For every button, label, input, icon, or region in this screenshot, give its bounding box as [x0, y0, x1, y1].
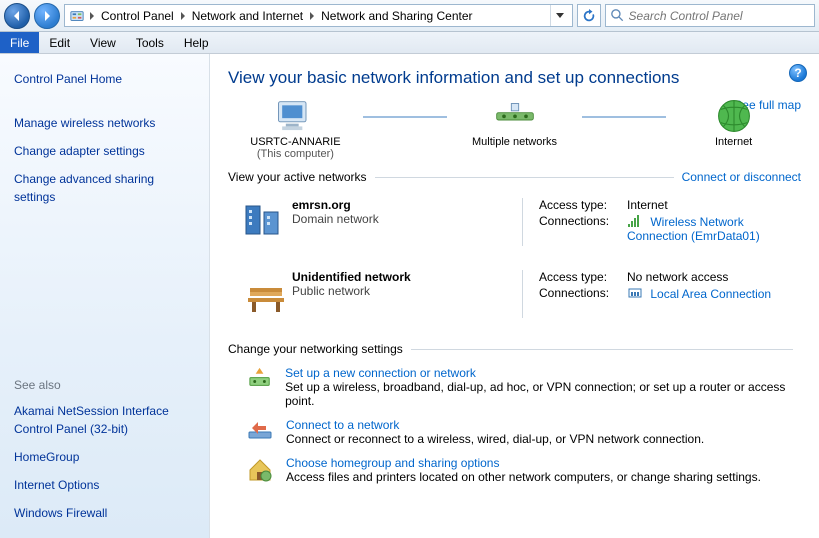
- network-type: Public network: [292, 284, 522, 298]
- connections-label: Connections:: [539, 286, 627, 301]
- see-also-heading: See also: [14, 378, 195, 392]
- section-label: Change your networking settings: [228, 342, 403, 356]
- breadcrumb-item[interactable]: Control Panel: [99, 5, 176, 26]
- menu-view[interactable]: View: [80, 32, 126, 53]
- connect-disconnect-link[interactable]: Connect or disconnect: [682, 170, 801, 184]
- sidebar-home-link[interactable]: Control Panel Home: [14, 70, 195, 88]
- chevron-right-icon[interactable]: [307, 8, 317, 24]
- content-pane: ? View your basic network information an…: [210, 54, 819, 538]
- refresh-button[interactable]: [577, 4, 601, 27]
- menu-edit[interactable]: Edit: [39, 32, 80, 53]
- menu-tools[interactable]: Tools: [126, 32, 174, 53]
- network-entry-domain: emrsn.org Domain network Access type: In…: [228, 192, 801, 264]
- task-desc: Connect or reconnect to a wireless, wire…: [286, 432, 704, 446]
- sidebar-link-adapter[interactable]: Change adapter settings: [14, 142, 195, 160]
- nav-back-button[interactable]: [4, 3, 30, 29]
- sidebar-link-advanced[interactable]: Change advanced sharing settings: [14, 170, 195, 206]
- see-also-akamai[interactable]: Akamai NetSession Interface Control Pane…: [14, 402, 195, 438]
- map-node-internet: Internet: [666, 98, 801, 148]
- search-icon: [610, 8, 625, 24]
- address-dropdown-button[interactable]: [550, 5, 568, 26]
- see-also-firewall[interactable]: Windows Firewall: [14, 504, 195, 522]
- see-also-internet-options[interactable]: Internet Options: [14, 476, 195, 494]
- menu-file[interactable]: File: [0, 32, 39, 53]
- nav-forward-button[interactable]: [34, 3, 60, 29]
- chevron-right-icon[interactable]: [87, 8, 97, 24]
- map-node-label: USRTC-ANNARIE: [250, 136, 340, 148]
- menu-bar: File Edit View Tools Help: [0, 32, 819, 54]
- breadcrumb-item[interactable]: Network and Sharing Center: [319, 5, 474, 26]
- connections-label: Connections:: [539, 214, 627, 243]
- map-node-label: Internet: [715, 136, 752, 148]
- breadcrumb-label: Network and Sharing Center: [321, 9, 472, 23]
- help-button[interactable]: ?: [789, 64, 807, 82]
- section-label: View your active networks: [228, 170, 367, 184]
- task-homegroup-sharing: Choose homegroup and sharing options Acc…: [246, 456, 801, 484]
- task-connect-network: Connect to a network Connect or reconnec…: [246, 418, 801, 446]
- breadcrumb-label: Network and Internet: [192, 9, 303, 23]
- task-link[interactable]: Connect to a network: [286, 418, 704, 432]
- network-map-row: See full map USRTC-ANNARIE (This compute…: [228, 98, 801, 160]
- map-node-multiple-networks: Multiple networks: [447, 98, 582, 148]
- page-title: View your basic network information and …: [228, 68, 801, 88]
- change-settings-header: Change your networking settings: [228, 342, 801, 356]
- main-area: Control Panel Home Manage wireless netwo…: [0, 54, 819, 538]
- menu-help[interactable]: Help: [174, 32, 219, 53]
- breadcrumb-bar[interactable]: Control Panel Network and Internet Netwo…: [64, 4, 573, 27]
- map-node-label: Multiple networks: [472, 136, 557, 148]
- globe-icon: [712, 98, 756, 134]
- control-panel-icon: [69, 8, 85, 24]
- access-type-label: Access type:: [539, 198, 627, 212]
- access-type-value: No network access: [627, 270, 801, 284]
- access-type-label: Access type:: [539, 270, 627, 284]
- access-type-value: Internet: [627, 198, 801, 212]
- see-also-homegroup[interactable]: HomeGroup: [14, 448, 195, 466]
- map-connector: [582, 116, 666, 118]
- search-box[interactable]: [605, 4, 815, 27]
- breadcrumb-label: Control Panel: [101, 9, 174, 23]
- setup-connection-icon: [246, 366, 273, 394]
- breadcrumb-item[interactable]: Network and Internet: [190, 5, 305, 26]
- task-link[interactable]: Choose homegroup and sharing options: [286, 456, 761, 470]
- domain-network-icon: [240, 198, 292, 246]
- task-link[interactable]: Set up a new connection or network: [285, 366, 801, 380]
- task-desc: Set up a wireless, broadband, dial-up, a…: [285, 380, 801, 408]
- search-input[interactable]: [629, 9, 810, 23]
- computer-icon: [273, 98, 317, 134]
- connection-link[interactable]: Wireless Network Connection (EmrData01): [627, 215, 760, 243]
- sidebar-link-wireless[interactable]: Manage wireless networks: [14, 114, 195, 132]
- wifi-signal-icon: [627, 214, 643, 228]
- connect-network-icon: [246, 418, 274, 446]
- map-node-this-computer: USRTC-ANNARIE (This computer): [228, 98, 363, 160]
- ethernet-icon: [627, 286, 643, 300]
- network-type: Domain network: [292, 212, 522, 226]
- map-connector: [363, 116, 447, 118]
- address-bar: Control Panel Network and Internet Netwo…: [0, 0, 819, 32]
- network-hub-icon: [493, 98, 537, 134]
- chevron-right-icon[interactable]: [178, 8, 188, 24]
- network-name: Unidentified network: [292, 270, 522, 284]
- network-name: emrsn.org: [292, 198, 522, 212]
- task-setup-connection: Set up a new connection or network Set u…: [246, 366, 801, 408]
- active-networks-header: View your active networks Connect or dis…: [228, 170, 801, 184]
- connection-link[interactable]: Local Area Connection: [650, 287, 771, 301]
- sidebar: Control Panel Home Manage wireless netwo…: [0, 54, 210, 538]
- public-network-icon: [240, 270, 292, 318]
- network-entry-public: Unidentified network Public network Acce…: [228, 264, 801, 336]
- homegroup-icon: [246, 456, 274, 484]
- task-desc: Access files and printers located on oth…: [286, 470, 761, 484]
- map-node-sublabel: (This computer): [257, 148, 334, 160]
